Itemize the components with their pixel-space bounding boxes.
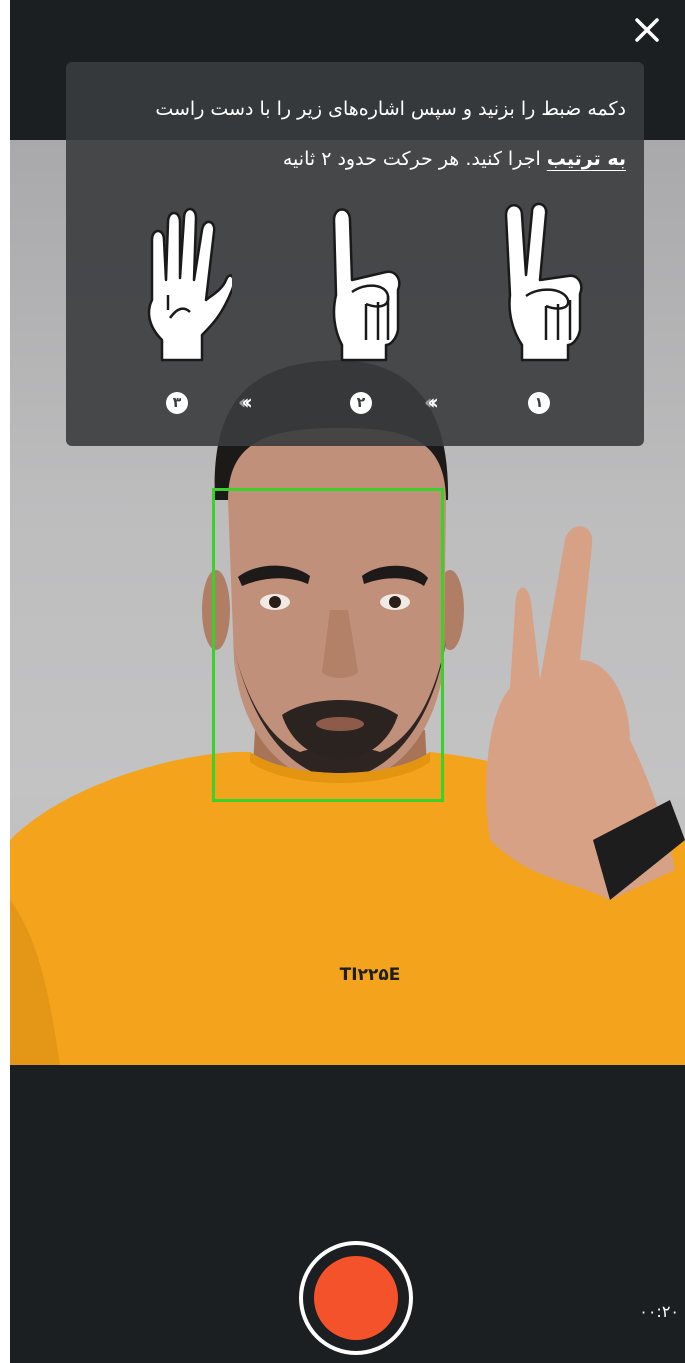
- instruction-line-2-rest: اجرا کنید. هر حرکت حدود ۲ ثانیه: [282, 148, 547, 170]
- peace-sign-hand-icon: [504, 202, 583, 362]
- instruction-emphasis: به ترتیب: [546, 148, 626, 170]
- step-3-badge: ۳: [166, 392, 188, 414]
- index-finger-hand-icon: [332, 208, 401, 362]
- close-button[interactable]: [627, 10, 667, 50]
- record-icon: [314, 1256, 398, 1340]
- instruction-line-2: به ترتیب اجرا کنید. هر حرکت حدود ۲ ثانیه: [78, 134, 626, 184]
- step-2-badge: ۲: [350, 392, 372, 414]
- open-palm-hand-icon: [147, 207, 232, 362]
- video-recorder-screen: TI۲۲۵E دکمه ضبط را بزنید و سپس اشاره‌های…: [10, 0, 685, 1363]
- record-button[interactable]: [299, 1241, 413, 1355]
- instruction-text: دکمه ضبط را بزنید و سپس اشاره‌های زیر را…: [78, 84, 626, 184]
- chevrons-left-icon: ‹‹‹: [238, 390, 253, 414]
- step-1-badge: ۱: [528, 392, 550, 414]
- instruction-panel: دکمه ضبط را بزنید و سپس اشاره‌های زیر را…: [66, 62, 644, 446]
- close-icon: [635, 18, 659, 42]
- recording-timer: ۰۰:۲۰: [639, 1302, 679, 1321]
- face-detection-box: [212, 488, 444, 802]
- instruction-line-1: دکمه ضبط را بزنید و سپس اشاره‌های زیر را…: [155, 98, 626, 120]
- chevrons-left-icon: ‹‹‹: [424, 390, 439, 414]
- shirt-logo: TI۲۲۵E: [340, 965, 401, 985]
